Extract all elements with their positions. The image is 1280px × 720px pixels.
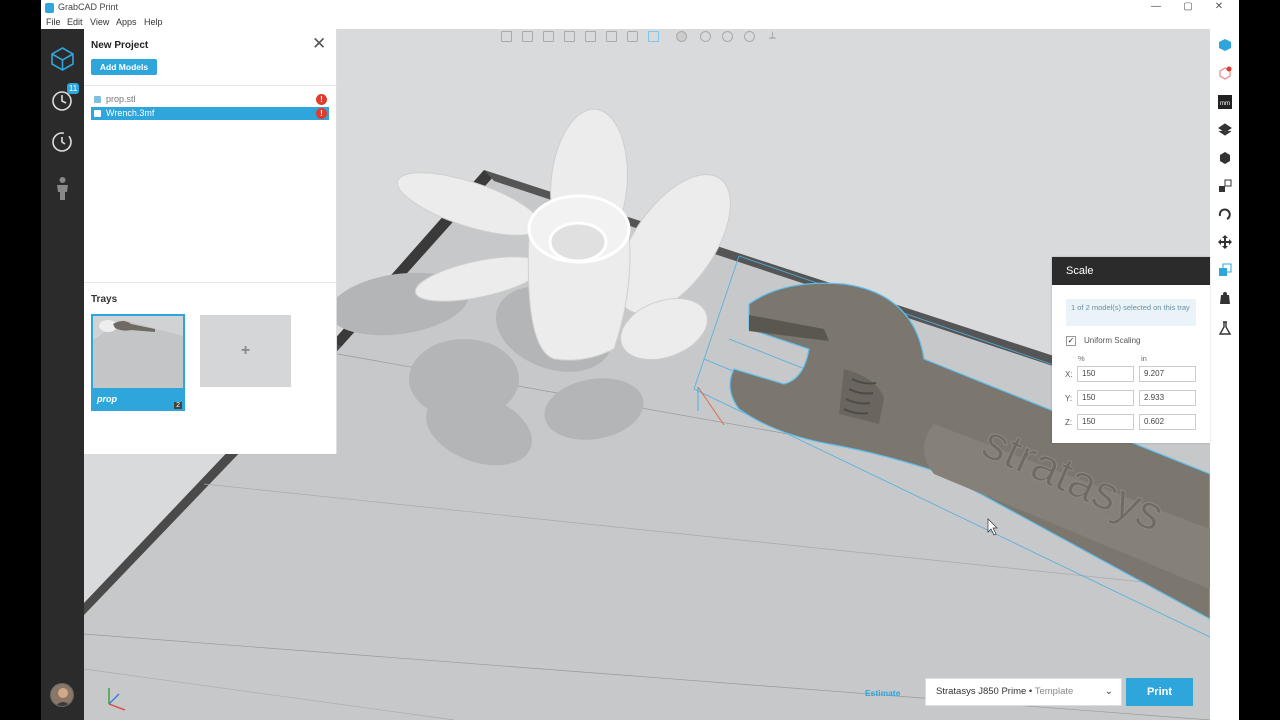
list-item[interactable]: Wrench.3mf ! xyxy=(91,107,329,120)
trays-section: Trays 2 prop + xyxy=(84,282,337,454)
printer-separator: • xyxy=(1026,686,1035,697)
app-title: GrabCAD Print xyxy=(58,2,119,12)
y-inch-field[interactable]: 2.933 xyxy=(1139,390,1196,406)
tray-name: prop xyxy=(97,394,117,404)
menu-apps[interactable]: Apps xyxy=(116,17,137,27)
menu-bar: File Edit View Apps Help xyxy=(41,16,1239,29)
percent-header: % xyxy=(1078,354,1085,363)
uniform-scaling-checkbox[interactable]: ✓ xyxy=(1066,336,1076,346)
x-percent-field[interactable]: 150 xyxy=(1077,366,1134,382)
view-left-icon[interactable] xyxy=(543,31,554,42)
zoom-fit-icon[interactable] xyxy=(722,31,733,42)
view-toolbar: ⟂ xyxy=(498,29,786,44)
chevron-down-icon: ⌄ xyxy=(1104,686,1113,697)
history-icon[interactable] xyxy=(49,128,76,155)
add-models-button[interactable]: Add Models xyxy=(91,59,157,75)
printer-mode: Template xyxy=(1034,686,1074,697)
scale-tool-icon[interactable] xyxy=(1218,179,1232,193)
app-window: GrabCAD Print — ▢ ✕ File Edit View Apps … xyxy=(41,0,1239,720)
model-file-icon xyxy=(94,110,101,117)
view-iso-selected-icon[interactable] xyxy=(648,31,659,42)
printer-name: Stratasys J850 Prime xyxy=(936,686,1027,697)
printer-select[interactable]: Stratasys J850 Prime • Template ⌄ xyxy=(925,678,1122,706)
model-file-icon xyxy=(94,96,101,103)
close-icon[interactable]: ✕ xyxy=(312,34,326,54)
left-nav: 11 xyxy=(41,29,84,720)
project-panel: New Project ✕ Add Models prop.stl ! Wren… xyxy=(84,29,337,454)
z-inch-field[interactable]: 0.602 xyxy=(1139,414,1196,430)
rotate-icon[interactable] xyxy=(1218,207,1232,221)
view-right-icon[interactable] xyxy=(564,31,575,42)
scale-panel: Scale 1 of 2 model(s) selected on this t… xyxy=(1052,257,1210,443)
close-window-button[interactable]: ✕ xyxy=(1212,1,1226,12)
layers-icon[interactable] xyxy=(1218,123,1232,137)
body-figure-icon[interactable] xyxy=(49,175,76,202)
menu-help[interactable]: Help xyxy=(144,17,163,27)
zoom-out-icon[interactable] xyxy=(744,31,755,42)
axes-icon[interactable]: ⟂ xyxy=(769,31,780,42)
z-label: Z: xyxy=(1065,418,1073,427)
view-bottom-icon[interactable] xyxy=(606,31,617,42)
shading-icon[interactable] xyxy=(676,31,687,42)
units-mm-icon[interactable]: mm xyxy=(1218,95,1232,109)
arrange-icon[interactable] xyxy=(1218,151,1232,165)
minimize-button[interactable]: — xyxy=(1149,1,1163,12)
scale-title: Scale xyxy=(1052,257,1210,285)
x-inch-field[interactable]: 9.207 xyxy=(1139,366,1196,382)
z-percent-field[interactable]: 150 xyxy=(1077,414,1134,430)
model-cube-icon[interactable] xyxy=(1218,38,1232,52)
panel-title: New Project xyxy=(91,40,149,51)
axes-triad-icon xyxy=(101,684,131,714)
maximize-button[interactable]: ▢ xyxy=(1181,1,1195,12)
add-tray-button[interactable]: + xyxy=(200,315,291,387)
print-button[interactable]: Print xyxy=(1126,678,1193,706)
view-back-icon[interactable] xyxy=(522,31,533,42)
flask-icon[interactable] xyxy=(1218,321,1232,335)
estimate-link[interactable]: Estimate xyxy=(865,688,900,698)
scale-active-icon[interactable] xyxy=(1218,263,1232,277)
tray-thumbnail xyxy=(93,316,183,388)
view-iso-icon[interactable] xyxy=(627,31,638,42)
jobs-clock-icon[interactable]: 11 xyxy=(49,83,79,114)
warning-icon[interactable]: ! xyxy=(316,94,327,105)
file-name: Wrench.3mf xyxy=(106,108,155,118)
svg-text:mm: mm xyxy=(1220,101,1230,107)
view-top-icon[interactable] xyxy=(585,31,596,42)
tray-card-prop[interactable]: 2 prop xyxy=(91,314,185,411)
file-name: prop.stl xyxy=(106,94,136,104)
trays-label: Trays xyxy=(91,294,118,305)
menu-edit[interactable]: Edit xyxy=(67,17,83,27)
jobs-badge: 11 xyxy=(67,83,79,94)
model-error-icon[interactable] xyxy=(1218,66,1232,80)
avatar[interactable] xyxy=(50,683,74,707)
selection-info: 1 of 2 model(s) selected on this tray xyxy=(1066,299,1196,326)
right-toolbar: mm xyxy=(1210,29,1239,720)
list-item[interactable]: prop.stl ! xyxy=(91,93,329,106)
model-list: prop.stl ! Wrench.3mf ! xyxy=(84,85,337,310)
warning-icon[interactable]: ! xyxy=(316,108,327,119)
menu-file[interactable]: File xyxy=(46,17,61,27)
zoom-in-icon[interactable] xyxy=(700,31,711,42)
x-label: X: xyxy=(1065,370,1073,379)
material-icon[interactable] xyxy=(1218,291,1232,305)
view-front-icon[interactable] xyxy=(501,31,512,42)
projects-cube-icon[interactable] xyxy=(49,45,76,72)
tray-model-count: 2 xyxy=(174,402,182,409)
app-logo-icon xyxy=(45,3,54,13)
title-bar: GrabCAD Print — ▢ ✕ xyxy=(41,0,1239,16)
menu-view[interactable]: View xyxy=(90,17,109,27)
uniform-scaling-label: Uniform Scaling xyxy=(1084,336,1141,345)
y-percent-field[interactable]: 150 xyxy=(1077,390,1134,406)
move-icon[interactable] xyxy=(1218,235,1232,249)
inch-header: in xyxy=(1141,354,1147,363)
y-label: Y: xyxy=(1065,394,1073,403)
